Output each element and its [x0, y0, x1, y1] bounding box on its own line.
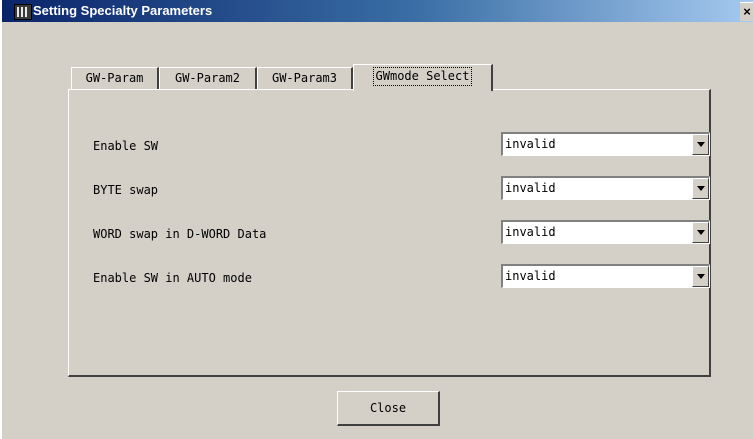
window-title: Setting Specialty Parameters: [33, 3, 213, 18]
tab-panel-gwmode-select: Enable SW invalid BYTE swap invalid WORD…: [68, 89, 711, 377]
dialog-window: Setting Specialty Parameters × GW-Param …: [0, 0, 753, 439]
select-value: invalid: [505, 137, 556, 151]
close-button[interactable]: Close: [337, 391, 440, 426]
select-value: invalid: [505, 225, 556, 239]
title-bar[interactable]: Setting Specialty Parameters ×: [2, 0, 753, 22]
select-value: invalid: [505, 269, 556, 283]
chevron-down-icon[interactable]: [692, 178, 709, 199]
chevron-down-icon[interactable]: [692, 222, 709, 243]
tab-label: GW-Param: [85, 71, 144, 85]
setting-label-word-swap: WORD swap in D-WORD Data: [93, 227, 267, 241]
tab-gw-param[interactable]: GW-Param: [71, 67, 159, 89]
tab-gwmode-select[interactable]: GWmode Select: [353, 64, 493, 91]
tab-label: GW-Param3: [271, 71, 338, 85]
chevron-down-icon[interactable]: [692, 134, 709, 155]
byte-swap-select[interactable]: invalid: [501, 176, 710, 200]
enable-sw-select[interactable]: invalid: [501, 132, 710, 156]
enable-sw-auto-select[interactable]: invalid: [501, 264, 710, 288]
tab-gw-param3[interactable]: GW-Param3: [257, 67, 353, 89]
setting-label-byte-swap: BYTE swap: [93, 183, 159, 197]
word-swap-select[interactable]: invalid: [501, 220, 710, 244]
setting-label-enable-sw: Enable SW: [93, 139, 159, 153]
tab-label: GWmode Select: [372, 67, 473, 86]
chevron-down-icon[interactable]: [692, 266, 709, 287]
tab-label: GW-Param2: [174, 71, 241, 85]
setting-label-enable-sw-auto: Enable SW in AUTO mode: [93, 271, 252, 285]
close-icon[interactable]: ×: [740, 2, 753, 21]
tab-gw-param2[interactable]: GW-Param2: [159, 67, 257, 89]
app-icon: [14, 4, 32, 20]
select-value: invalid: [505, 181, 556, 195]
